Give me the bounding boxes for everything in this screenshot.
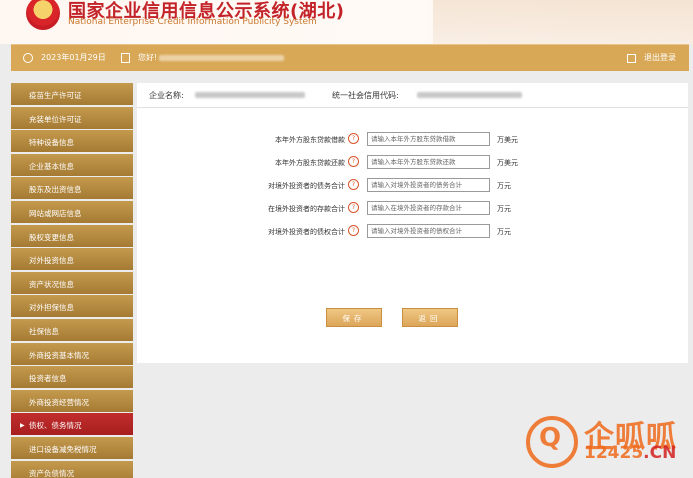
top-bar: 2023年01月29日 您好! 退出登录 [11,44,689,71]
watermark-domain-num: 12425 [584,443,644,463]
back-button[interactable]: 返回 [402,308,458,327]
sidebar-item-label: 网站或网店信息 [29,208,82,218]
date-text: 2023年01月29日 [41,53,106,62]
form-row: 对境外投资者的债务合计? 万元 [137,178,688,194]
watermark-logo: Q 企呱呱 12425.CN [526,412,692,470]
help-icon[interactable]: ? [348,179,359,190]
redacted-username [159,55,285,61]
sidebar-nav: 疫苗生产许可证 充装单位许可证 特种设备信息 企业基本信息 股东及出资信息 网站或网店信息… [11,83,133,478]
help-icon[interactable]: ? [348,225,359,236]
sidebar-item[interactable]: 特种设备信息 [11,130,133,153]
sidebar-item-label: 进口设备减免税情况 [29,444,97,454]
save-button[interactable]: 保存 [326,308,382,327]
logout-text: 退出登录 [644,53,676,62]
unit-label: 万元 [497,205,511,213]
main-panel: 企业名称: 统一社会信用代码: 本年外方股东贷款借款?万美元本年外方股东贷款还款… [137,83,688,363]
form-row: 本年外方股东贷款借款? 万美元 [137,132,688,148]
form-row: 对境外投资者的债权合计? 万元 [137,224,688,240]
watermark-domain-tld: .CN [643,443,677,463]
sidebar-item[interactable]: 股权变更信息 [11,224,133,247]
logout-icon [627,53,636,63]
sidebar-item[interactable]: 对外担保信息 [11,295,133,318]
sidebar-item-label: 股权变更信息 [29,232,74,242]
amount-input[interactable] [367,178,490,192]
redacted-company-name [195,92,305,98]
sidebar-item[interactable]: 外商投资基本情况 [11,342,133,365]
logout-link[interactable]: 退出登录 [627,45,676,71]
field-label: 对境外投资者的债务合计 [268,182,345,190]
form-row: 在境外投资者的存款合计? 万元 [137,201,688,217]
header-background [433,0,693,44]
sidebar-item[interactable]: 社保信息 [11,318,133,341]
sidebar-item[interactable]: 债权、债务情况 [11,413,133,439]
sidebar-item-label: 疫苗生产许可证 [29,91,82,100]
watermark-domain: 12425.CN [584,443,676,463]
sidebar-item[interactable]: 股东及出资信息 [11,177,133,200]
sidebar-item-label: 投资者信息 [29,374,67,384]
national-emblem-icon: ★ [26,0,60,30]
sidebar-item[interactable]: 外商投资经营情况 [11,389,133,412]
sidebar-item[interactable]: 企业基本信息 [11,153,133,176]
site-subtitle: National Enterprise Credit Information P… [68,17,317,27]
user-icon [121,53,130,63]
unit-label: 万美元 [497,159,518,167]
field-label: 在境外投资者的存款合计 [268,205,345,213]
sidebar-item-label: 对外投资信息 [29,256,74,266]
sidebar-item-label: 外商投资基本情况 [29,350,89,360]
site-header: ★ 国家企业信用信息公示系统(湖北) National Enterprise C… [0,0,693,44]
sidebar-item-label: 特种设备信息 [29,138,74,148]
unit-label: 万元 [497,182,511,190]
sidebar-item[interactable]: 对外投资信息 [11,248,133,271]
sidebar-item[interactable]: 疫苗生产许可证 [11,83,133,105]
date-display: 2023年01月29日 [23,45,106,71]
form-row: 本年外方股东贷款还款? 万美元 [137,155,688,171]
help-icon[interactable]: ? [348,202,359,213]
sidebar-item[interactable]: 网站或网店信息 [11,200,133,223]
amount-input[interactable] [367,201,490,215]
watermark-circle-icon: Q [526,416,578,468]
help-icon[interactable]: ? [348,156,359,167]
company-name-label: 企业名称: [149,91,184,100]
sidebar-item-label: 充装单位许可证 [29,114,82,124]
sidebar-item[interactable]: 投资者信息 [11,366,133,389]
sidebar-item[interactable]: 进口设备减免税情况 [11,436,133,459]
user-greeting: 您好! [121,45,285,71]
amount-input[interactable] [367,132,490,146]
unit-label: 万元 [497,228,511,236]
credit-code-label: 统一社会信用代码: [332,91,399,100]
help-icon[interactable]: ? [348,133,359,144]
sidebar-item[interactable]: 资产负债情况 [11,460,133,478]
amount-input[interactable] [367,155,490,169]
sidebar-item-label: 对外担保信息 [29,303,74,313]
sidebar-item[interactable]: 资产状况信息 [11,271,133,294]
amount-input[interactable] [367,224,490,238]
field-label: 对境外投资者的债权合计 [268,228,345,236]
field-label: 本年外方股东贷款借款 [275,136,345,144]
redacted-credit-code [417,92,522,98]
company-info-bar: 企业名称: 统一社会信用代码: [137,83,688,108]
sidebar-item-label: 社保信息 [29,326,59,336]
field-label: 本年外方股东贷款还款 [275,159,345,167]
greeting-text: 您好! [138,53,158,62]
sidebar-item[interactable]: 充装单位许可证 [11,106,133,129]
unit-label: 万美元 [497,136,518,144]
sidebar-item-label: 债权、债务情况 [29,421,82,431]
sidebar-item-label: 外商投资经营情况 [29,397,89,407]
sidebar-item-label: 股东及出资信息 [29,185,82,195]
sidebar-item-label: 企业基本信息 [29,161,74,171]
clock-icon [23,53,33,63]
sidebar-item-label: 资产状况信息 [29,279,74,289]
sidebar-item-label: 资产负债情况 [29,468,74,478]
